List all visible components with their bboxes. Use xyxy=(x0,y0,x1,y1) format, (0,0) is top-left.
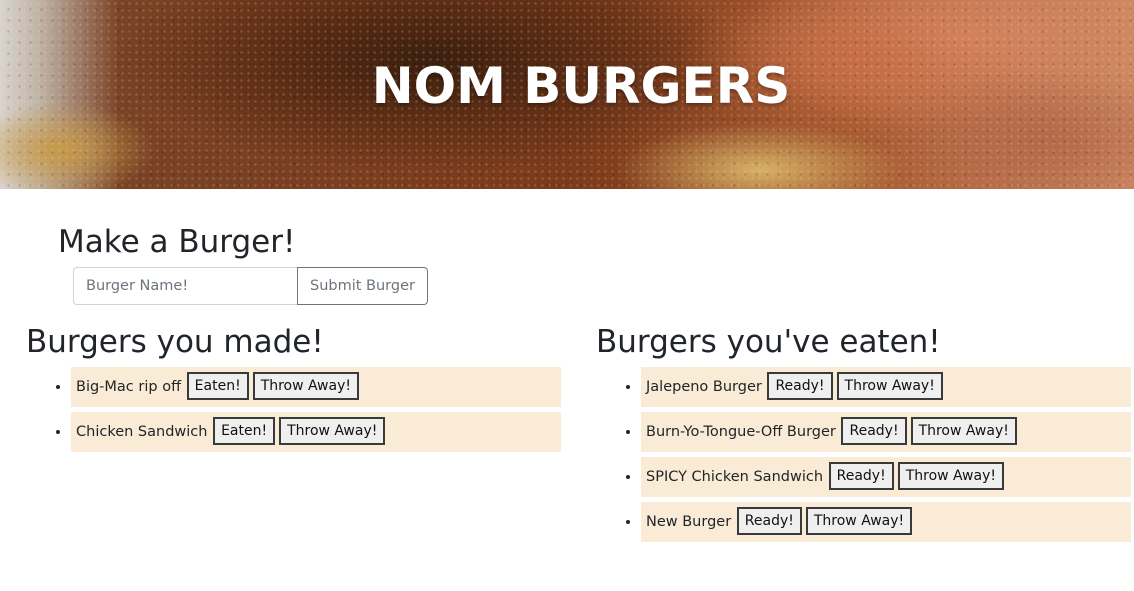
burger-name: Big-Mac rip off xyxy=(76,379,182,395)
ready-button[interactable]: Ready! xyxy=(767,371,833,400)
list-item: Chicken Sandwich Eaten!Throw Away! xyxy=(71,412,561,452)
throw-away-button[interactable]: Throw Away! xyxy=(252,371,359,400)
burgers-eaten-list: Jalepeno Burger Ready!Throw Away! Burn-Y… xyxy=(596,367,1131,547)
burger-name: Burn-Yo-Tongue-Off Burger xyxy=(646,424,836,440)
burgers-made-list: Big-Mac rip off Eaten!Throw Away! Chicke… xyxy=(26,367,561,457)
list-item: SPICY Chicken Sandwich Ready!Throw Away! xyxy=(641,457,1131,497)
eaten-button[interactable]: Eaten! xyxy=(213,416,276,445)
burger-name: Jalepeno Burger xyxy=(646,379,762,395)
throw-away-button[interactable]: Throw Away! xyxy=(805,506,913,535)
throw-away-button[interactable]: Throw Away! xyxy=(897,461,1004,490)
throw-away-button[interactable]: Throw Away! xyxy=(279,416,386,445)
burgers-made-heading: Burgers you made! xyxy=(26,324,324,360)
eaten-button[interactable]: Eaten! xyxy=(186,371,249,400)
burgers-eaten-heading: Burgers you've eaten! xyxy=(596,324,941,360)
ready-button[interactable]: Ready! xyxy=(736,506,802,535)
throw-away-button[interactable]: Throw Away! xyxy=(910,416,1017,445)
burger-name: Chicken Sandwich xyxy=(76,424,208,440)
submit-burger-button[interactable]: Submit Burger xyxy=(297,267,428,305)
ready-button[interactable]: Ready! xyxy=(841,416,907,445)
throw-away-button[interactable]: Throw Away! xyxy=(836,371,943,400)
hero-banner: NOM BURGERS xyxy=(0,0,1134,189)
ready-button[interactable]: Ready! xyxy=(828,461,894,490)
list-item: Big-Mac rip off Eaten!Throw Away! xyxy=(71,367,561,407)
burger-name: New Burger xyxy=(646,514,732,530)
burger-name: SPICY Chicken Sandwich xyxy=(646,469,824,485)
make-burger-heading: Make a Burger! xyxy=(58,224,296,260)
list-item: Burn-Yo-Tongue-Off Burger Ready!Throw Aw… xyxy=(641,412,1131,452)
list-item: New Burger Ready!Throw Away! xyxy=(641,502,1131,542)
make-burger-form: Submit Burger xyxy=(73,267,428,305)
list-item: Jalepeno Burger Ready!Throw Away! xyxy=(641,367,1131,407)
burger-name-input[interactable] xyxy=(73,267,297,305)
site-title: NOM BURGERS xyxy=(371,57,791,115)
